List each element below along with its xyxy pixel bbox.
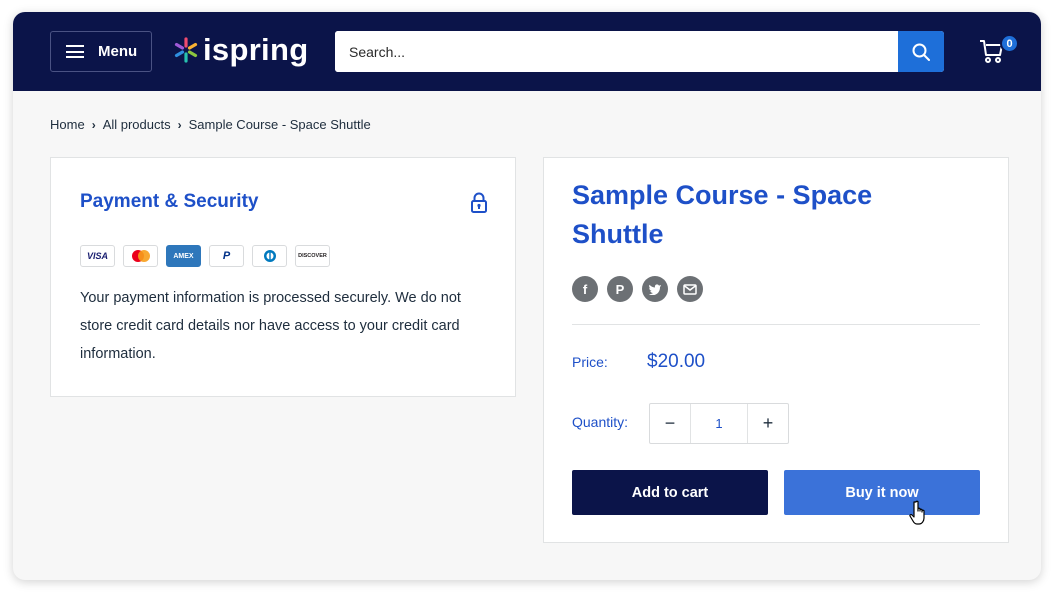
product-title: Sample Course - Space Shuttle xyxy=(572,180,873,249)
payment-icons: VISA AMEX P DISCOVER xyxy=(80,245,330,267)
cart-button[interactable]: 0 xyxy=(978,34,1019,67)
search-bar xyxy=(335,31,944,72)
quantity-stepper: − + xyxy=(649,403,789,444)
breadcrumb-separator: › xyxy=(91,117,96,132)
divider xyxy=(572,324,980,325)
ispring-logo[interactable]: ispring xyxy=(173,30,308,70)
buy-it-now-button[interactable]: Buy it now xyxy=(784,470,980,515)
store-window: Menu ispring Search... 0 Home › All prod… xyxy=(13,12,1041,580)
site-header: Menu ispring Search... 0 xyxy=(13,12,1041,91)
facebook-icon[interactable]: f xyxy=(572,276,598,302)
hamburger-icon xyxy=(66,45,84,58)
product-card: Sample Course - Space Shuttle f P Price:… xyxy=(543,157,1009,543)
email-icon[interactable] xyxy=(677,276,703,302)
search-button[interactable] xyxy=(898,31,944,72)
breadcrumb-current: Sample Course - Space Shuttle xyxy=(188,117,371,132)
lock-icon xyxy=(471,192,487,213)
menu-button[interactable]: Menu xyxy=(50,31,152,72)
search-input[interactable] xyxy=(335,31,898,72)
payment-security-card: Payment & Security VISA AMEX P DISCOVER … xyxy=(50,157,516,397)
logo-text: ispring xyxy=(203,32,309,67)
diners-club-icon xyxy=(252,245,287,267)
breadcrumb-home[interactable]: Home xyxy=(50,117,85,132)
breadcrumb: Home › All products › Sample Course - Sp… xyxy=(50,117,371,132)
quantity-input[interactable] xyxy=(690,404,748,443)
quantity-decrease-button[interactable]: − xyxy=(650,404,690,443)
twitter-icon[interactable] xyxy=(642,276,668,302)
discover-icon: DISCOVER xyxy=(295,245,330,267)
hand-pointer-cursor-icon xyxy=(909,500,925,525)
payment-description: Your payment information is processed se… xyxy=(80,290,461,362)
paypal-icon: P xyxy=(209,245,244,267)
payment-title: Payment & Security xyxy=(80,191,259,212)
mastercard-icon xyxy=(123,245,158,267)
pinterest-icon[interactable]: P xyxy=(607,276,633,302)
amex-icon: AMEX xyxy=(166,245,201,267)
visa-icon: VISA xyxy=(80,245,115,267)
search-icon xyxy=(912,43,930,61)
quantity-increase-button[interactable]: + xyxy=(748,404,788,443)
breadcrumb-separator: › xyxy=(177,117,182,132)
share-buttons: f P xyxy=(572,276,703,302)
cart-count-badge: 0 xyxy=(1000,34,1019,53)
quantity-label: Quantity: xyxy=(572,414,629,430)
breadcrumb-all-products[interactable]: All products xyxy=(103,117,171,132)
add-to-cart-button[interactable]: Add to cart xyxy=(572,470,768,515)
price-value: $20.00 xyxy=(647,351,706,372)
price-label: Price: xyxy=(572,354,608,370)
ispring-logo-mark-icon xyxy=(174,37,198,63)
menu-label: Menu xyxy=(98,43,138,60)
